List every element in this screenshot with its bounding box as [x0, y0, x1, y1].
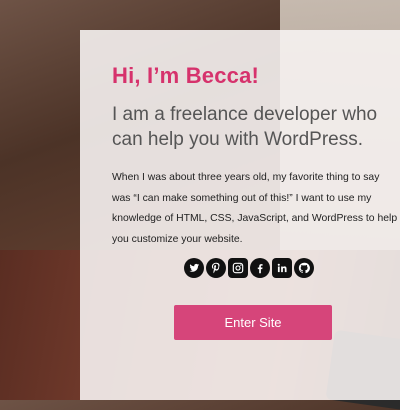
- bio-paragraph: When I was about three years old, my fav…: [112, 172, 398, 245]
- twitter-icon[interactable]: [184, 258, 204, 278]
- enter-site-button[interactable]: Enter Site: [174, 305, 332, 340]
- instagram-icon[interactable]: [228, 258, 248, 278]
- tagline-heading: I am a freelance developer who can help …: [112, 104, 378, 150]
- social-links: [184, 258, 314, 278]
- linkedin-icon[interactable]: [272, 258, 292, 278]
- greeting-heading: Hi, I’m Becca!: [112, 63, 260, 88]
- intro-panel: Hi, I’m Becca! I am a freelance develope…: [80, 30, 400, 400]
- github-icon[interactable]: [294, 258, 314, 278]
- facebook-icon[interactable]: [250, 258, 270, 278]
- pinterest-icon[interactable]: [206, 258, 226, 278]
